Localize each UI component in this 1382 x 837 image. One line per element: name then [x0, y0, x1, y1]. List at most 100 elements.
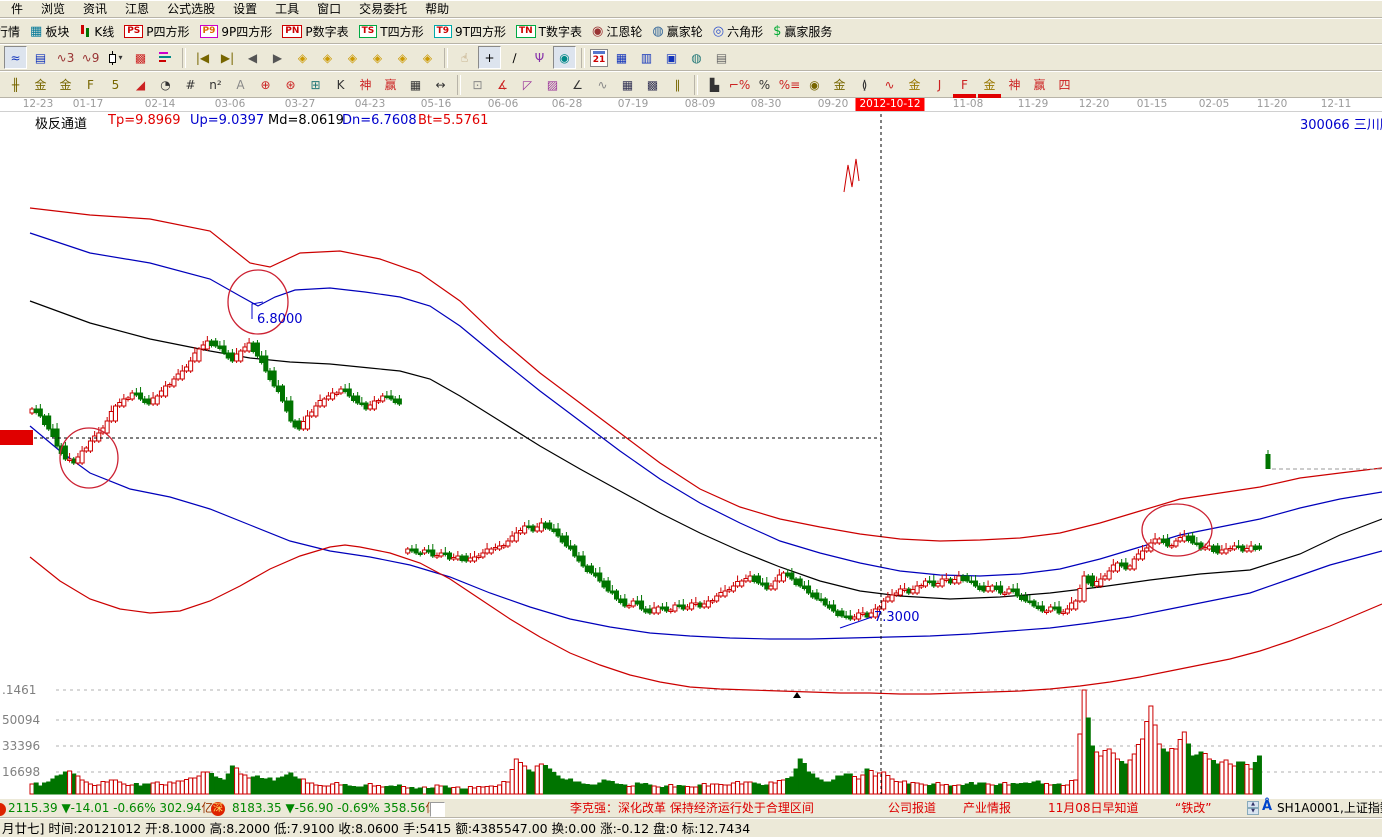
wave9-tool[interactable]: ∿9 — [79, 46, 102, 69]
menu-item-浏览[interactable]: 浏览 — [32, 1, 74, 18]
spinner-up-icon[interactable]: ▲ — [1247, 801, 1259, 808]
shen-angle-tool[interactable]: 神 — [1003, 73, 1026, 96]
menu-item-件[interactable]: 件 — [2, 1, 32, 18]
fibonacci-tool[interactable]: F — [79, 73, 102, 96]
export-tool[interactable]: ◍ — [685, 46, 708, 69]
calendar-tool[interactable]: 21 — [590, 49, 608, 67]
menu-item-设置[interactable]: 设置 — [224, 1, 266, 18]
gann-shape-tool[interactable]: Ψ — [528, 46, 551, 69]
stamp-tool[interactable]: ▩ — [129, 46, 152, 69]
ticker-spinner[interactable]: ▲ ▼ — [1247, 801, 1259, 817]
spiral-tool[interactable]: 5 — [104, 73, 127, 96]
angle-tool[interactable]: A — [229, 73, 252, 96]
news-item[interactable]: “铁改” — [1175, 799, 1211, 818]
k-mark-tool[interactable]: K — [329, 73, 352, 96]
fan-tool[interactable]: ∡ — [491, 73, 514, 96]
wave3-tool[interactable]: ∿3 — [54, 46, 77, 69]
pct-red-tool[interactable]: ⌐% — [728, 73, 751, 96]
profile-histogram-tool[interactable] — [154, 46, 177, 69]
toolbar-item-赢家轮[interactable]: ◍赢家轮 — [647, 21, 707, 42]
circle-cross-tool[interactable]: ⊕ — [254, 73, 277, 96]
spinner-down-icon[interactable]: ▼ — [1247, 808, 1259, 815]
si-angle-tool[interactable]: 四 — [1053, 73, 1076, 96]
zigzag-tool[interactable]: ∿ — [591, 73, 614, 96]
j-angle-tool[interactable]: J — [928, 73, 951, 96]
hand-tool[interactable]: ☝ — [453, 46, 476, 69]
trendline-tool[interactable]: ∕ — [503, 46, 526, 69]
gold-angle2-tool[interactable]: 金 — [978, 73, 1001, 96]
smart-analysis-tool[interactable]: ◉ — [553, 46, 576, 69]
menu-item-帮助[interactable]: 帮助 — [416, 1, 458, 18]
sh-index-quote[interactable]: 2115.39 ▼-14.01 -0.66% 302.94亿 — [8, 799, 213, 818]
f-angle-tool[interactable]: F — [953, 73, 976, 96]
pct-bars-tool[interactable]: ▙ — [703, 73, 726, 96]
bars-pencil-tool[interactable]: ≬ — [853, 73, 876, 96]
expand-v-tool[interactable]: ◈ — [391, 46, 414, 69]
gann-grid-tool[interactable]: ╫ — [4, 73, 27, 96]
skip-start-button[interactable]: |◀ — [191, 46, 214, 69]
crosshair-tool[interactable]: + — [478, 46, 501, 69]
grid-tool[interactable]: ▦ — [404, 73, 427, 96]
print-tool[interactable]: ▤ — [710, 46, 733, 69]
gold-angle-tool[interactable]: 金 — [903, 73, 926, 96]
square-n-tool[interactable]: n² — [204, 73, 227, 96]
notes-tool[interactable]: ▥ — [635, 46, 658, 69]
zoom-right-tool[interactable]: ◈ — [316, 46, 339, 69]
expand-h-tool[interactable]: ◈ — [341, 46, 364, 69]
calculator-tool[interactable]: ▦ — [610, 46, 633, 69]
toolbar-item-江恩轮[interactable]: ◉江恩轮 — [587, 21, 647, 42]
toolbar-item-K线[interactable]: K线 — [74, 21, 119, 42]
compress-h-tool[interactable]: ◈ — [366, 46, 389, 69]
toolbar-item-P四方形[interactable]: PSP四方形 — [119, 21, 194, 42]
ruler-tool[interactable]: # — [179, 73, 202, 96]
gold-ratio-tool[interactable]: 金 — [29, 73, 52, 96]
gold-ratio2-tool[interactable]: 金 — [54, 73, 77, 96]
grid2-tool[interactable]: ▦ — [616, 73, 639, 96]
menu-item-公式选股[interactable]: 公式选股 — [158, 1, 224, 18]
news-item[interactable]: 产业情报 — [963, 799, 1011, 818]
pct-tool[interactable]: % — [753, 73, 776, 96]
gold-lines-tool[interactable]: 金 — [828, 73, 851, 96]
fan-box-tool[interactable]: ◸ — [516, 73, 539, 96]
fit-all-tool[interactable]: ◈ — [416, 46, 439, 69]
ying-tool[interactable]: 赢 — [379, 73, 402, 96]
box-tool[interactable]: ⊡ — [466, 73, 489, 96]
menu-item-资讯[interactable]: 资讯 — [74, 1, 116, 18]
zoom-left-tool[interactable]: ◈ — [291, 46, 314, 69]
wave-red-tool[interactable]: ∿ — [878, 73, 901, 96]
grid3-tool[interactable]: ▩ — [641, 73, 664, 96]
news-item[interactable]: 李克强：深化改革 保持经济运行处于合理区间 — [570, 799, 814, 818]
shen-tool[interactable]: 神 — [354, 73, 377, 96]
save-tool[interactable]: ▣ — [660, 46, 683, 69]
document-tool[interactable]: ▤ — [29, 46, 52, 69]
chart-canvas[interactable]: .14615009433396166986.80007.3000 — [0, 112, 1382, 798]
toolbar-item-T四方形[interactable]: TST四方形 — [354, 21, 429, 42]
skip-end-button[interactable]: ▶| — [216, 46, 239, 69]
toolbar-item-T数字表[interactable]: TNT数字表 — [511, 21, 587, 42]
toolbar-item-9P四方形[interactable]: P99P四方形 — [195, 21, 278, 42]
toolbar-item-六角形[interactable]: ◎六角形 — [708, 21, 768, 42]
menu-item-江恩[interactable]: 江恩 — [116, 1, 158, 18]
h-range-tool[interactable]: ↔ — [429, 73, 452, 96]
prev-button[interactable]: ◀ — [241, 46, 264, 69]
ying-angle-tool[interactable]: 赢 — [1028, 73, 1051, 96]
ticker-splitter[interactable] — [430, 802, 445, 817]
star-web-tool[interactable]: ⊛ — [279, 73, 302, 96]
menu-item-工具[interactable]: 工具 — [266, 1, 308, 18]
next-button[interactable]: ▶ — [266, 46, 289, 69]
pencil-line-tool[interactable]: ∠ — [566, 73, 589, 96]
gold-circle-tool[interactable]: ◉ — [803, 73, 826, 96]
rocket-tool[interactable]: ◢ — [129, 73, 152, 96]
pct-lines-tool[interactable]: %≡ — [778, 73, 801, 96]
toolbar-item-板块[interactable]: ▦板块 — [25, 21, 74, 42]
time-cycle-tool[interactable]: ◔ — [154, 73, 177, 96]
news-item[interactable]: 11月08日早知道 — [1048, 799, 1139, 818]
menu-item-窗口[interactable]: 窗口 — [308, 1, 350, 18]
menu-item-交易委托[interactable]: 交易委托 — [350, 1, 416, 18]
toolbar-item-行情[interactable]: 行情 — [0, 21, 25, 42]
toolbar-item-P数字表[interactable]: PNP数字表 — [277, 21, 353, 42]
toolbar-item-赢家服务[interactable]: $赢家服务 — [768, 21, 837, 42]
sz-index-quote[interactable]: 8183.35 ▼-56.90 -0.69% 358.56亿 — [232, 799, 437, 818]
toolbar-item-9T四方形[interactable]: T99T四方形 — [429, 21, 511, 42]
news-item[interactable]: 公司报道 — [888, 799, 936, 818]
